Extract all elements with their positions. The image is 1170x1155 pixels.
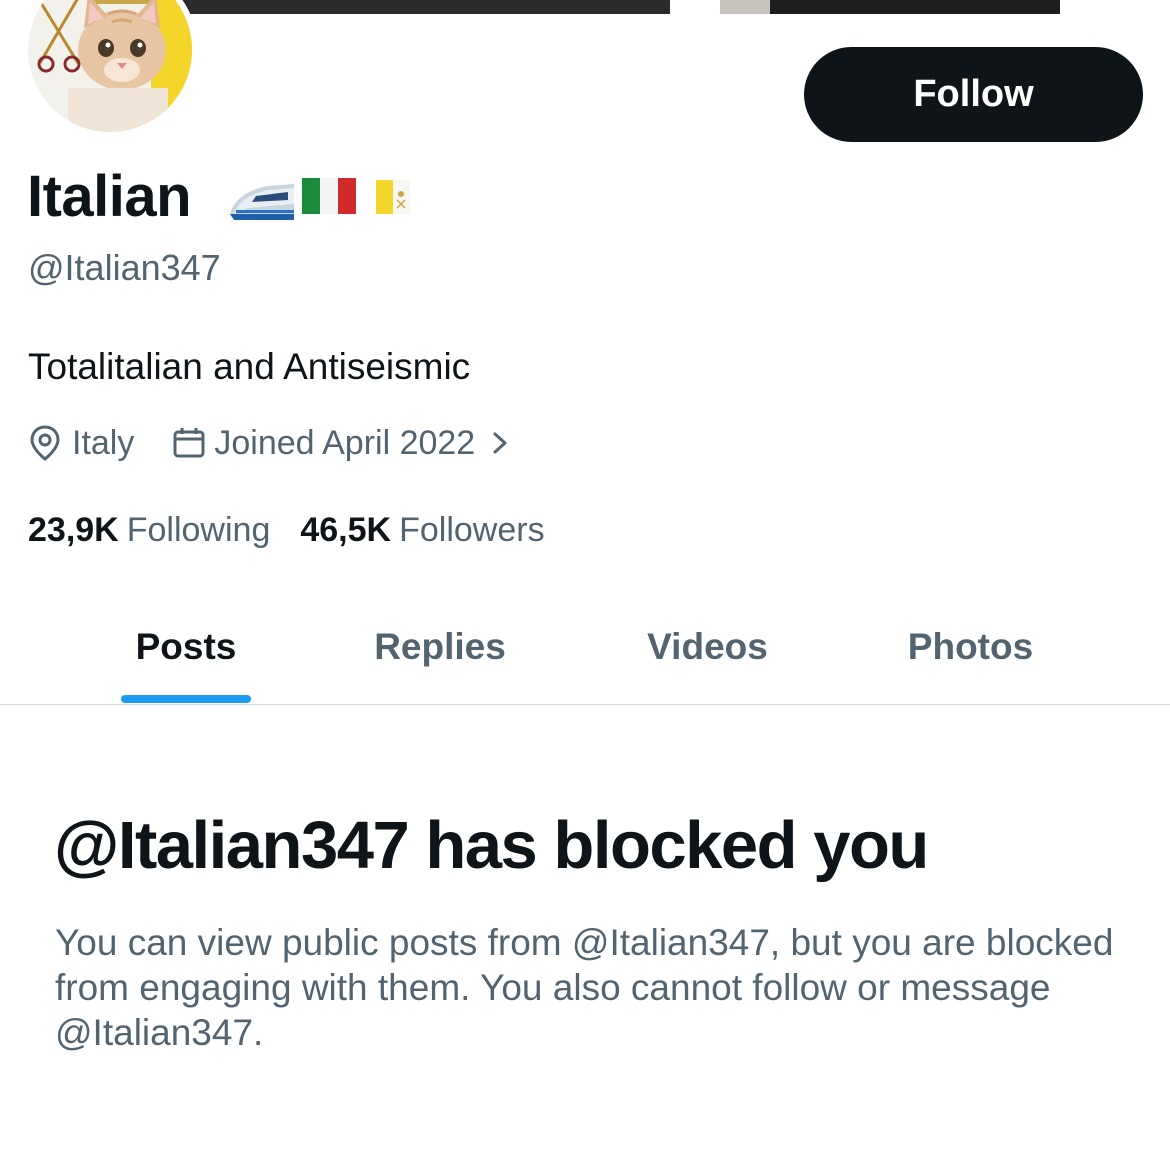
calendar-icon bbox=[173, 428, 205, 458]
italy-flag-icon bbox=[302, 178, 356, 214]
high-speed-train-icon bbox=[230, 184, 294, 220]
follow-button[interactable]: Follow bbox=[804, 47, 1143, 142]
vatican-flag-icon bbox=[376, 180, 410, 214]
name-emoji-row bbox=[228, 174, 418, 222]
profile-display-name: Italian bbox=[27, 164, 192, 229]
profile-meta: Italy Joined April 2022 bbox=[28, 420, 515, 466]
tab-posts[interactable]: Posts bbox=[60, 590, 312, 704]
blocked-title: @Italian347 has blocked you bbox=[54, 808, 929, 883]
tab-videos[interactable]: Videos bbox=[585, 590, 830, 704]
tab-photos[interactable]: Photos bbox=[848, 590, 1093, 704]
following-link[interactable]: 23,9K Following bbox=[28, 508, 270, 552]
followers-label: Followers bbox=[399, 511, 545, 549]
location-text: Italy bbox=[72, 423, 135, 462]
tab-replies[interactable]: Replies bbox=[320, 590, 560, 704]
active-tab-indicator bbox=[121, 695, 251, 703]
location-pin-icon bbox=[30, 425, 60, 461]
joined-text: Joined April 2022 bbox=[214, 423, 476, 462]
blocked-message: You can view public posts from @Italian3… bbox=[55, 922, 1114, 1053]
profile-tabs: Posts Replies Videos Photos bbox=[0, 590, 1170, 705]
profile-bio: Totalitalian and Antiseismic bbox=[28, 346, 471, 387]
joined-date[interactable]: Joined April 2022 bbox=[172, 424, 515, 463]
profile-stats: 23,9K Following 46,5K Followers bbox=[28, 508, 545, 552]
location: Italy bbox=[28, 424, 134, 463]
followers-link[interactable]: 46,5K Followers bbox=[300, 508, 544, 552]
profile-handle: @Italian347 bbox=[28, 247, 221, 288]
followers-count: 46,5K bbox=[300, 511, 392, 549]
following-label: Following bbox=[126, 511, 271, 549]
following-count: 23,9K bbox=[28, 511, 119, 549]
chevron-right-icon bbox=[493, 432, 507, 454]
